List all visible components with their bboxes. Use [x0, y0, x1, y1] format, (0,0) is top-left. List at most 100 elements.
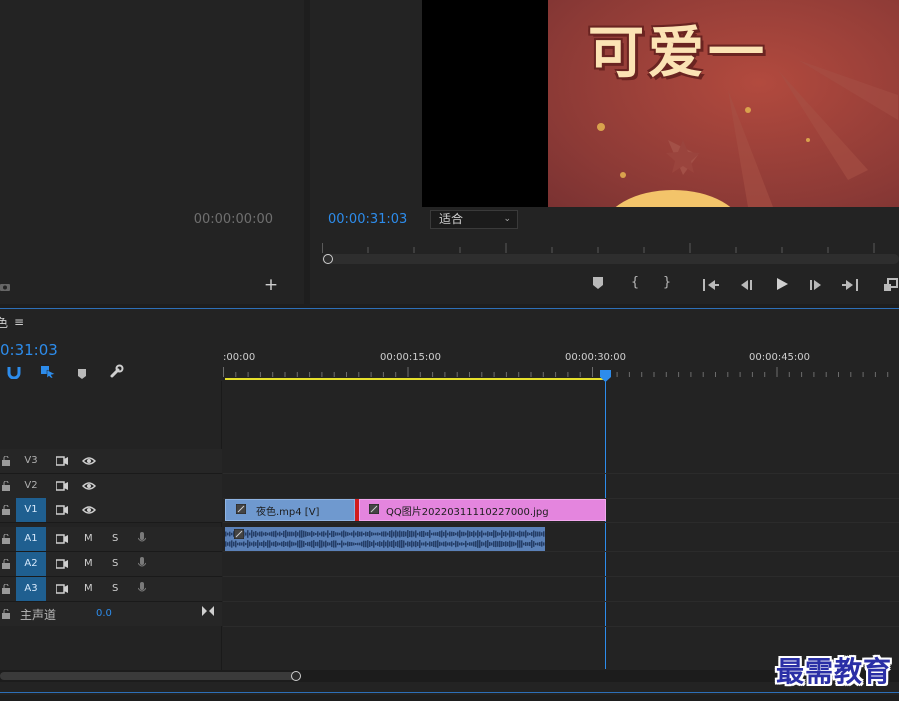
waveform-bar [359, 542, 361, 546]
microphone-icon[interactable] [138, 582, 146, 595]
lock-icon[interactable] [2, 456, 10, 466]
step-back-button[interactable] [738, 277, 754, 291]
waveform-bar [339, 542, 341, 546]
sync-lock-icon[interactable] [56, 534, 68, 544]
waveform-bar [461, 531, 463, 537]
audio-waveform [225, 530, 545, 548]
marker-icon [593, 277, 603, 289]
timeline-settings-button[interactable] [109, 364, 124, 379]
waveform-bar [327, 542, 329, 546]
microphone-icon[interactable] [138, 532, 146, 545]
waveform-bar [447, 542, 449, 546]
track-target[interactable]: A1 [16, 527, 46, 551]
waveform-bar [369, 541, 371, 547]
add-button[interactable]: + [262, 276, 280, 294]
waveform-bar [225, 531, 227, 537]
waveform-bar [259, 531, 261, 537]
waveform-bar [311, 530, 313, 538]
track-target[interactable]: A2 [16, 552, 46, 576]
camera-icon[interactable] [0, 277, 10, 291]
audio-clip-night[interactable] [225, 527, 545, 551]
go-to-in-button[interactable] [702, 277, 720, 291]
add-marker-button[interactable] [590, 276, 606, 292]
waveform-bar [389, 531, 391, 537]
waveform-bar [429, 530, 431, 538]
lock-icon[interactable] [2, 609, 10, 619]
lock-icon[interactable] [2, 559, 10, 569]
waveform-bar [251, 530, 253, 538]
jump-icon[interactable] [202, 606, 214, 616]
waveform-bar [503, 531, 505, 537]
time-ruler[interactable]: :00:00 00:00:15:00 00:00:30:00 00:00:45:… [223, 349, 899, 381]
eye-icon[interactable] [82, 481, 96, 491]
waveform-bar [477, 530, 479, 538]
program-scrubber[interactable] [322, 254, 899, 264]
waveform-bar [403, 531, 405, 537]
lock-icon[interactable] [2, 534, 10, 544]
program-ruler[interactable] [322, 240, 899, 254]
sync-lock-icon[interactable] [56, 584, 68, 594]
waveform-bar [511, 541, 513, 547]
waveform-bar [351, 532, 353, 536]
waveform-bar [471, 542, 473, 546]
waveform-bar [295, 542, 297, 546]
sync-lock-icon[interactable] [56, 456, 68, 466]
step-forward-button[interactable] [808, 277, 824, 291]
timeline-tab-label[interactable]: 色 [0, 314, 8, 331]
go-to-in-icon [703, 279, 719, 291]
mark-in-button[interactable]: { [628, 275, 642, 291]
waveform-bar [421, 531, 423, 537]
add-marker-timeline-button[interactable] [77, 365, 89, 379]
master-volume[interactable]: 0.0 [96, 608, 112, 619]
lock-icon[interactable] [2, 584, 10, 594]
solo-button[interactable]: S [112, 533, 118, 544]
solo-button[interactable]: S [112, 558, 118, 569]
waveform-bar [499, 540, 501, 548]
track-target[interactable]: V1 [16, 498, 46, 522]
marker-icon [78, 369, 86, 379]
waveform-bar [517, 540, 519, 548]
fx-icon [234, 529, 244, 539]
track-target[interactable]: V2 [16, 474, 46, 498]
waveform-bar [233, 541, 235, 547]
solo-button[interactable]: S [112, 583, 118, 594]
mute-button[interactable]: M [84, 533, 93, 544]
mute-button[interactable]: M [84, 558, 93, 569]
play-button[interactable] [774, 276, 790, 292]
panel-menu-icon[interactable]: ≡ [14, 315, 24, 329]
mute-button[interactable]: M [84, 583, 93, 594]
eye-icon[interactable] [82, 505, 96, 515]
scroll-thumb[interactable] [0, 672, 300, 680]
source-monitor-panel: 00:00:00:00 + [0, 0, 304, 304]
zoom-handle[interactable] [291, 671, 301, 681]
work-area-bar[interactable] [225, 378, 606, 380]
waveform-bar [291, 541, 293, 547]
video-clip-night[interactable]: 夜色.mp4 [V] [225, 499, 355, 521]
track-target[interactable]: A3 [16, 577, 46, 601]
go-to-out-button[interactable] [841, 277, 859, 291]
program-timecode[interactable]: 00:00:31:03 [328, 212, 407, 227]
timeline-horizontal-scrollbar[interactable] [0, 670, 899, 682]
microphone-icon[interactable] [138, 557, 146, 570]
snap-button[interactable] [7, 364, 21, 380]
waveform-bar [355, 532, 357, 536]
sync-lock-icon[interactable] [56, 559, 68, 569]
sync-lock-icon[interactable] [56, 481, 68, 491]
linked-selection-icon [41, 366, 56, 379]
fit-select[interactable]: 适合 ⌄ [430, 210, 518, 229]
image-clip-qq[interactable]: QQ图片20220311110227000.jpg [359, 499, 606, 521]
waveform-bar [341, 531, 343, 537]
playhead-handle[interactable] [600, 367, 611, 382]
lock-icon[interactable] [2, 505, 10, 515]
waveform-bar [519, 530, 521, 538]
eye-icon[interactable] [82, 456, 96, 466]
track-target[interactable]: V3 [16, 449, 46, 473]
export-frame-button[interactable] [883, 277, 899, 291]
program-playhead-handle[interactable] [323, 254, 333, 264]
sync-lock-icon[interactable] [56, 505, 68, 515]
timeline-timecode[interactable]: 0:31:03 [0, 341, 58, 359]
linked-selection-button[interactable] [40, 364, 56, 379]
lock-icon[interactable] [2, 481, 10, 491]
waveform-bar [283, 541, 285, 547]
mark-out-button[interactable]: } [660, 275, 674, 291]
